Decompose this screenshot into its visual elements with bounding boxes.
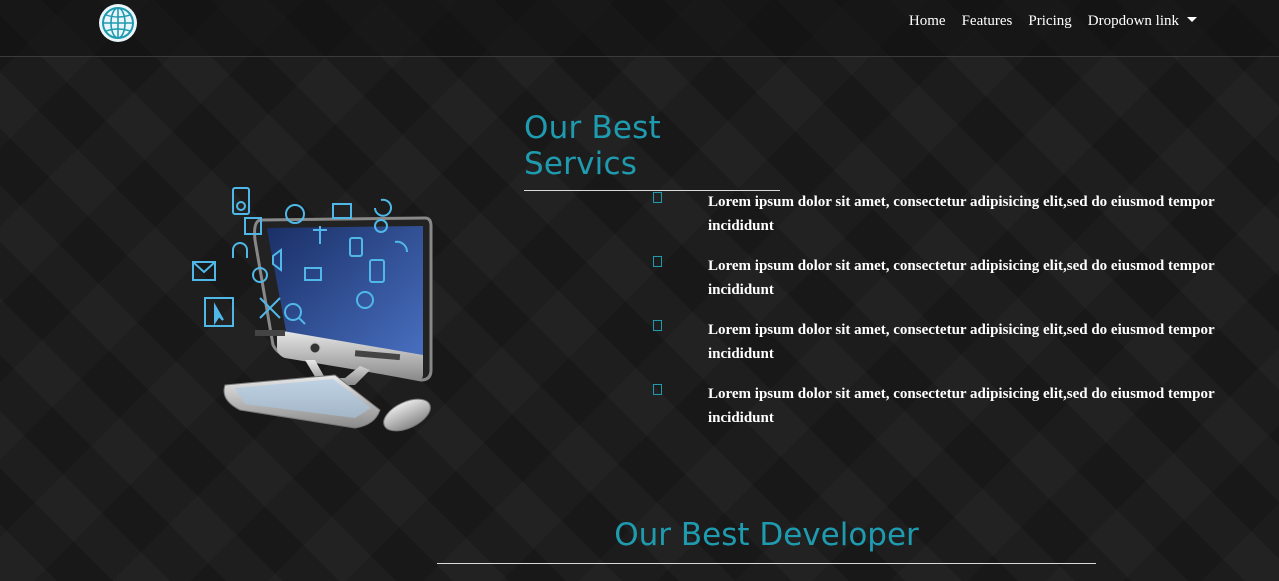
checkbox-icon xyxy=(653,320,662,331)
service-list: Lorem ipsum dolor sit amet, consectetur … xyxy=(653,190,1233,446)
developers-title: Our Best Developer xyxy=(437,517,1096,564)
checkbox-icon xyxy=(653,384,662,395)
list-item: Lorem ipsum dolor sit amet, consectetur … xyxy=(653,382,1233,446)
list-item: Lorem ipsum dolor sit amet, consectetur … xyxy=(653,254,1233,318)
service-text: Lorem ipsum dolor sit amet, consectetur … xyxy=(708,258,1215,298)
nav-dropdown[interactable]: Dropdown link xyxy=(1088,13,1197,30)
nav-dropdown-label: Dropdown link xyxy=(1087,13,1179,29)
checkbox-icon xyxy=(653,256,662,267)
navbar: Home Features Pricing Dropdown link xyxy=(0,0,1279,57)
list-item: Lorem ipsum dolor sit amet, consectetur … xyxy=(653,318,1233,382)
services-title: Our Best Servics xyxy=(524,110,780,191)
service-text: Lorem ipsum dolor sit amet, consectetur … xyxy=(708,194,1215,234)
computer-apps-icon xyxy=(185,180,435,445)
checkbox-icon xyxy=(653,192,662,203)
nav-features[interactable]: Features xyxy=(962,13,1013,30)
service-text: Lorem ipsum dolor sit amet, consectetur … xyxy=(708,322,1215,362)
caret-down-icon xyxy=(1187,17,1197,22)
list-item: Lorem ipsum dolor sit amet, consectetur … xyxy=(653,190,1233,254)
service-text: Lorem ipsum dolor sit amet, consectetur … xyxy=(708,386,1215,426)
nav-links: Home Features Pricing Dropdown link xyxy=(909,13,1197,30)
nav-pricing[interactable]: Pricing xyxy=(1028,13,1071,30)
nav-home[interactable]: Home xyxy=(909,13,946,30)
globe-icon[interactable] xyxy=(98,3,138,43)
